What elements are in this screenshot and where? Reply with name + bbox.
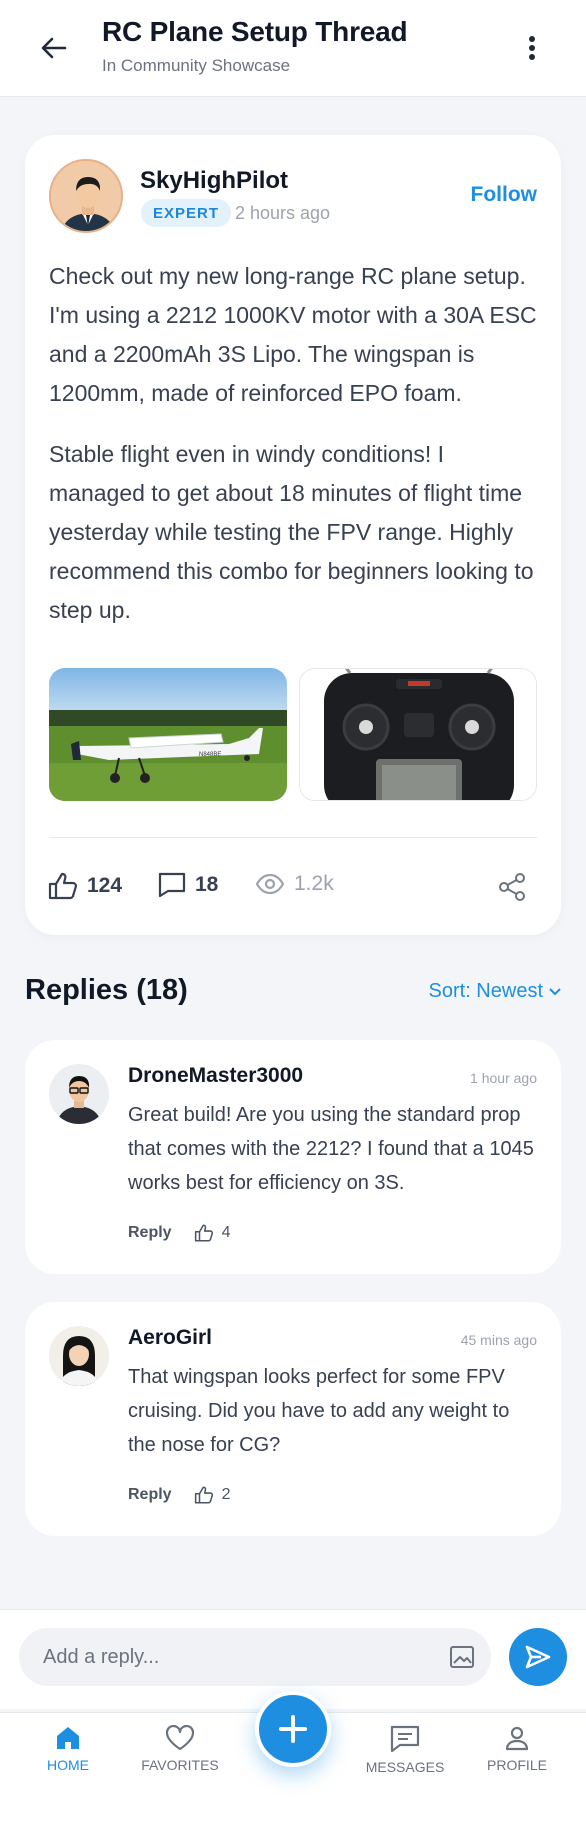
nav-favorites[interactable]: FAVORITES <box>130 1725 230 1773</box>
send-icon <box>525 1645 551 1669</box>
nav-messages-label: MESSAGES <box>365 1759 445 1775</box>
sort-label: Sort: Newest <box>428 980 543 1002</box>
nav-home-label: HOME <box>47 1757 89 1773</box>
arrow-left-icon <box>41 37 67 59</box>
comment-icon <box>158 872 186 898</box>
follow-button[interactable]: Follow <box>471 183 538 207</box>
plane-marking: N848BE <box>199 752 221 758</box>
more-options-button[interactable] <box>516 30 548 66</box>
chevron-down-icon <box>549 987 561 995</box>
view-count: 1.2k <box>294 872 334 895</box>
like-button[interactable]: 124 <box>48 872 122 900</box>
eye-icon <box>255 874 285 894</box>
send-button[interactable] <box>509 1628 567 1686</box>
author-avatar[interactable] <box>49 159 123 233</box>
nav-profile-label: PROFILE <box>487 1757 547 1773</box>
post-timestamp: 2 hours ago <box>235 203 331 223</box>
reply-timestamp: 1 hour ago <box>470 1070 537 1086</box>
post-paragraph: Check out my new long-range RC plane set… <box>49 263 537 406</box>
reply-button[interactable]: Reply <box>128 1486 172 1504</box>
reply-actions: Reply 4 <box>128 1224 230 1242</box>
post-card: SkyHighPilot EXPERT 2 hours ago Follow C… <box>25 135 561 935</box>
back-button[interactable] <box>36 30 72 66</box>
author-name[interactable]: SkyHighPilot <box>140 167 288 195</box>
reply-input[interactable] <box>19 1628 491 1686</box>
top-app-bar: RC Plane Setup Thread In Community Showc… <box>0 0 586 97</box>
reply-card: DroneMaster3000 1 hour ago Great build! … <box>25 1040 561 1274</box>
reply-button[interactable]: Reply <box>128 1224 172 1242</box>
image-icon <box>450 1646 474 1668</box>
share-icon <box>499 873 525 901</box>
thumbs-up-icon <box>194 1486 213 1504</box>
replies-heading: Replies (18) <box>25 974 188 1006</box>
nav-home[interactable]: HOME <box>18 1725 118 1773</box>
nav-messages[interactable]: MESSAGES <box>355 1725 455 1775</box>
page-subtitle: In Community Showcase <box>102 56 291 75</box>
thumbs-up-icon <box>194 1224 213 1242</box>
post-paragraph: Stable flight even in windy conditions! … <box>49 441 534 623</box>
reply-author[interactable]: DroneMaster3000 <box>128 1064 303 1088</box>
reply-text: Great build! Are you using the standard … <box>128 1104 534 1194</box>
home-icon <box>57 1727 79 1749</box>
message-icon <box>390 1725 420 1753</box>
thumbs-up-icon <box>48 872 78 900</box>
plus-icon <box>279 1715 307 1743</box>
reply-like-count: 2 <box>221 1486 231 1503</box>
nav-profile[interactable]: PROFILE <box>467 1725 567 1773</box>
reply-like-count: 4 <box>221 1224 231 1241</box>
sort-dropdown[interactable]: Sort: Newest <box>429 980 561 1003</box>
comment-count: 18 <box>195 873 219 896</box>
reply-actions: Reply 2 <box>128 1486 230 1504</box>
reply-like-button[interactable]: 4 <box>194 1224 231 1242</box>
expert-badge: EXPERT <box>141 199 232 227</box>
rc-plane-photo[interactable]: N848BE <box>49 668 287 801</box>
user-icon <box>505 1726 529 1751</box>
heart-icon <box>165 1725 195 1751</box>
reply-like-button[interactable]: 2 <box>194 1486 231 1504</box>
create-post-button[interactable] <box>255 1691 331 1767</box>
reply-avatar[interactable] <box>49 1064 109 1124</box>
comment-button[interactable]: 18 <box>158 872 218 898</box>
reply-text: That wingspan looks perfect for some FPV… <box>128 1366 510 1456</box>
like-count: 124 <box>87 874 123 897</box>
reply-card: AeroGirl 45 mins ago That wingspan looks… <box>25 1302 561 1536</box>
reply-timestamp: 45 mins ago <box>460 1332 537 1348</box>
nav-favorites-label: FAVORITES <box>141 1757 219 1773</box>
radio-transmitter-photo[interactable] <box>299 668 537 801</box>
page-title: RC Plane Setup Thread <box>102 16 408 47</box>
attach-image-button[interactable] <box>449 1645 475 1669</box>
view-stat: 1.2k <box>255 872 334 896</box>
reply-avatar[interactable] <box>49 1326 109 1386</box>
share-button[interactable] <box>497 872 527 902</box>
post-divider <box>49 837 537 838</box>
reply-author[interactable]: AeroGirl <box>128 1326 212 1350</box>
more-vertical-icon <box>529 36 535 60</box>
